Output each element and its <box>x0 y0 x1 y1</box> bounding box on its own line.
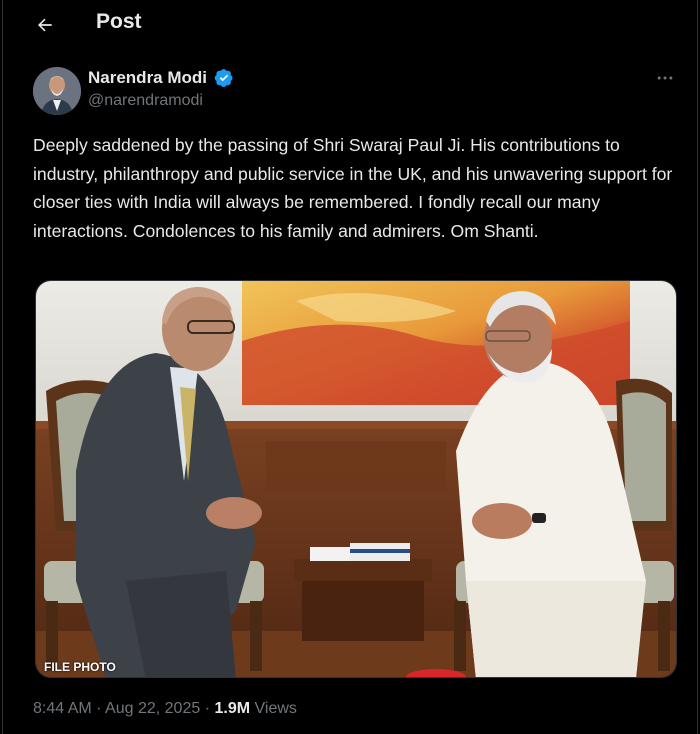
more-horizontal-icon <box>657 76 673 80</box>
verified-badge-icon <box>214 69 233 87</box>
more-options-button[interactable] <box>653 68 677 92</box>
back-button[interactable] <box>29 10 61 40</box>
avatar[interactable] <box>33 67 81 115</box>
views-count: 1.9M <box>214 700 251 717</box>
views-label: Views <box>254 700 297 717</box>
post-view: Post Narendra Modi @narendramodi Deeply … <box>2 0 698 734</box>
post-meta: 8:44 AM · Aug 22, 2025 · 1.9M Views <box>33 700 297 718</box>
post-header: Narendra Modi @narendramodi <box>3 62 697 118</box>
meta-separator: · <box>96 700 102 717</box>
author-handle[interactable]: @narendramodi <box>88 92 203 110</box>
top-bar: Post <box>3 0 697 50</box>
media-caption: FILE PHOTO <box>44 660 116 674</box>
author-name[interactable]: Narendra Modi <box>88 68 207 88</box>
post-time[interactable]: 8:44 AM <box>33 700 92 717</box>
photo <box>36 281 676 677</box>
meta-separator: · <box>204 700 211 717</box>
page-title: Post <box>96 10 142 33</box>
arrow-left-icon <box>38 18 52 32</box>
tweet-media[interactable]: FILE PHOTO <box>35 280 677 678</box>
tweet-text: Deeply saddened by the passing of Shri S… <box>33 135 673 241</box>
post-date[interactable]: Aug 22, 2025 <box>105 700 200 717</box>
